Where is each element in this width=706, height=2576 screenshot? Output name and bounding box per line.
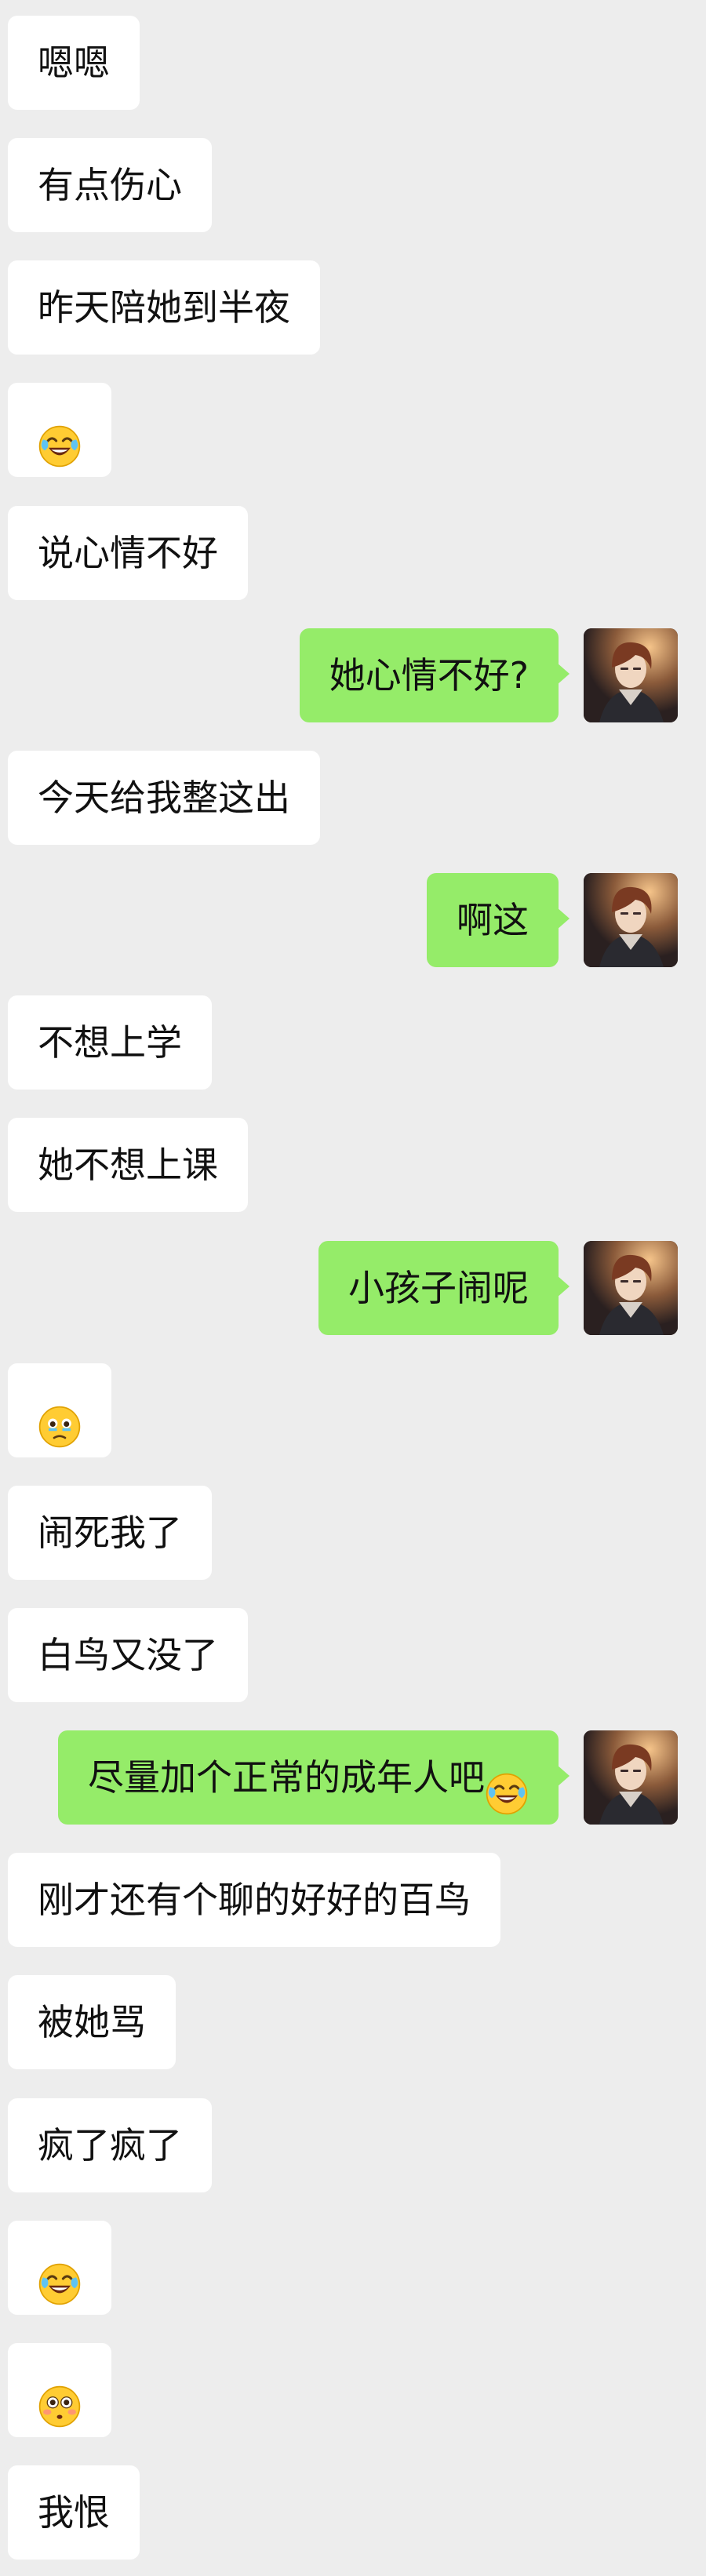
laughing-crying-face-icon [38, 409, 82, 467]
sent-message: 小孩子闹呢 [0, 1241, 706, 1335]
laughing-crying-face-icon [38, 2247, 82, 2305]
received-message [0, 1363, 706, 1457]
flushed-face-icon [38, 2369, 82, 2427]
chat-message-list[interactable]: 嗯嗯有点伤心昨天陪她到半夜 说心情不好她心情不好? 今天给我整这出啊这不想上学她不想… [0, 0, 706, 2576]
message-bubble[interactable] [8, 2343, 111, 2437]
sent-message: 她心情不好? [0, 628, 706, 722]
received-message [0, 383, 706, 477]
received-message: 昨天陪她到半夜 [0, 260, 706, 355]
received-message: 我恨 [0, 2465, 706, 2560]
message-bubble[interactable]: 嗯嗯 [8, 16, 140, 110]
message-bubble[interactable]: 疯了疯了 [8, 2098, 212, 2192]
message-bubble[interactable]: 尽量加个正常的成年人吧 [58, 1730, 570, 1825]
message-bubble[interactable]: 不想上学 [8, 995, 212, 1090]
avatar[interactable] [584, 1241, 678, 1335]
received-message: 被她骂 [0, 1975, 706, 2069]
message-text: 不想上学 [38, 1021, 182, 1064]
message-bubble[interactable] [8, 2221, 111, 2315]
message-bubble[interactable]: 她心情不好? [299, 628, 570, 722]
avatar[interactable] [584, 873, 678, 967]
received-message [0, 2343, 706, 2437]
received-message: 嗯嗯 [0, 16, 706, 110]
message-bubble[interactable]: 闹死我了 [8, 1486, 212, 1580]
received-message: 疯了疯了 [0, 2098, 706, 2192]
message-bubble[interactable] [8, 383, 111, 477]
message-bubble[interactable]: 她不想上课 [8, 1118, 248, 1212]
sent-message: 尽量加个正常的成年人吧 [0, 1730, 706, 1825]
message-text: 昨天陪她到半夜 [38, 286, 290, 329]
message-bubble[interactable]: 今天给我整这出 [8, 751, 320, 845]
message-bubble[interactable]: 白鸟又没了 [8, 1608, 248, 1702]
avatar[interactable] [584, 1730, 678, 1825]
sent-message: 啊这 [0, 873, 706, 967]
message-text: 嗯嗯 [38, 42, 110, 84]
message-text: 被她骂 [38, 2001, 146, 2043]
message-text: 白鸟又没了 [38, 1634, 218, 1676]
avatar[interactable] [584, 628, 678, 722]
received-message: 说心情不好 [0, 506, 706, 600]
message-text: 今天给我整这出 [38, 777, 290, 819]
received-message: 有点伤心 [0, 138, 706, 232]
message-text: 说心情不好 [38, 532, 218, 574]
message-text: 尽量加个正常的成年人吧 [88, 1756, 485, 1799]
message-bubble[interactable]: 说心情不好 [8, 506, 248, 600]
message-text: 小孩子闹呢 [348, 1267, 529, 1309]
message-bubble[interactable]: 小孩子闹呢 [318, 1241, 570, 1335]
message-text: 疯了疯了 [38, 2124, 182, 2167]
received-message: 她不想上课 [0, 1118, 706, 1212]
message-text: 有点伤心 [38, 164, 182, 206]
received-message: 刚才还有个聊的好好的百鸟 [0, 1853, 706, 1947]
received-message: 白鸟又没了 [0, 1608, 706, 1702]
message-bubble[interactable]: 有点伤心 [8, 138, 212, 232]
received-message: 今天给我整这出 [0, 751, 706, 845]
message-bubble[interactable]: 昨天陪她到半夜 [8, 260, 320, 355]
message-text: 我恨 [38, 2491, 110, 2534]
laughing-crying-face-icon [485, 1756, 529, 1814]
message-bubble[interactable]: 我恨 [8, 2465, 140, 2560]
message-text: 她心情不好? [329, 654, 529, 697]
message-bubble[interactable] [8, 1363, 111, 1457]
message-text: 啊这 [457, 899, 529, 941]
message-bubble[interactable]: 啊这 [427, 873, 570, 967]
message-text: 闹死我了 [38, 1512, 182, 1554]
message-text: 刚才还有个聊的好好的百鸟 [38, 1879, 471, 1921]
message-bubble[interactable]: 刚才还有个聊的好好的百鸟 [8, 1853, 500, 1947]
received-message: 不想上学 [0, 995, 706, 1090]
received-message: 闹死我了 [0, 1486, 706, 1580]
received-message [0, 2221, 706, 2315]
teary-face-icon [38, 1389, 82, 1447]
message-bubble[interactable]: 被她骂 [8, 1975, 176, 2069]
message-text: 她不想上课 [38, 1144, 218, 1186]
